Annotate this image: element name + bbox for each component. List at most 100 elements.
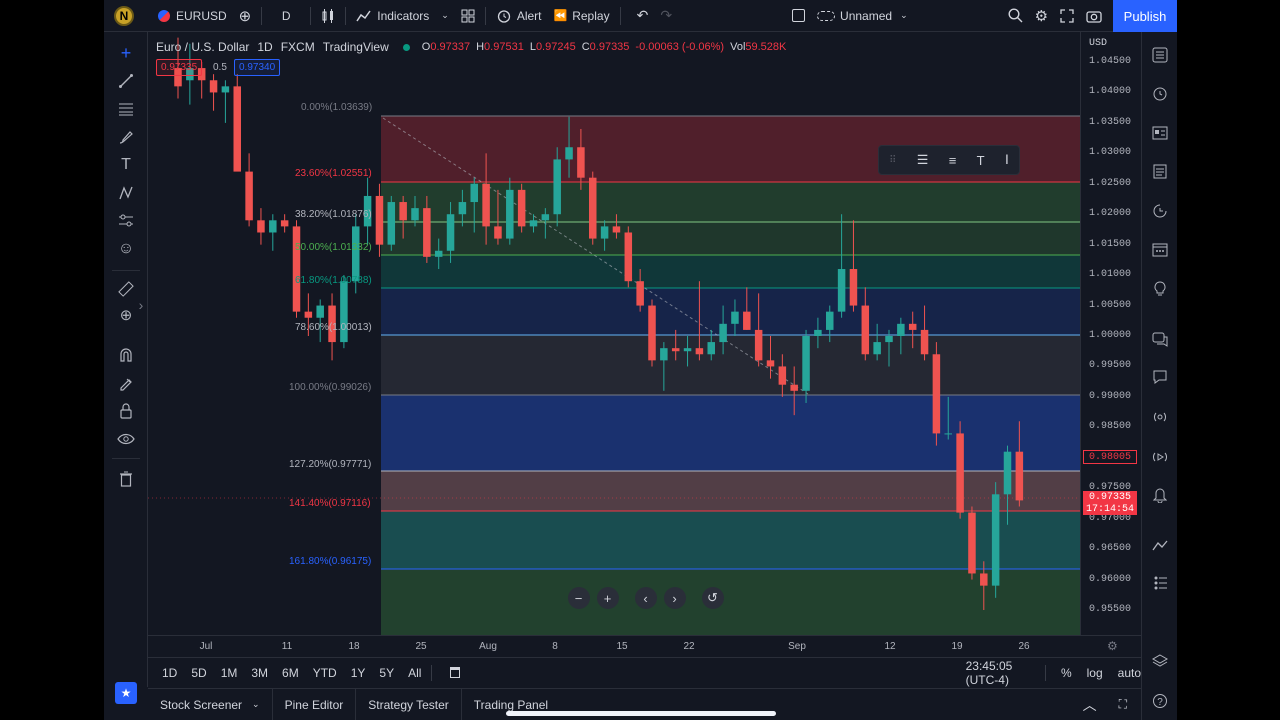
trend-icon[interactable]: [1149, 534, 1171, 556]
alarm-clock-icon[interactable]: [1149, 82, 1171, 104]
chart-type-button[interactable]: [315, 0, 341, 32]
stay-drawing-icon[interactable]: [115, 372, 137, 394]
percent-scale-toggle[interactable]: %: [1061, 666, 1072, 680]
compare-symbol-button[interactable]: ⊕: [233, 0, 258, 32]
fullscreen-button[interactable]: [1054, 0, 1080, 32]
data-window-icon[interactable]: [1149, 122, 1171, 144]
lightbulb-icon[interactable]: [1149, 278, 1171, 300]
interval-button[interactable]: D: [266, 0, 306, 32]
gear-icon: ⚙: [1034, 7, 1049, 25]
tab-pine-editor[interactable]: Pine Editor: [273, 688, 357, 720]
search-button[interactable]: [1002, 0, 1029, 32]
trendline-icon[interactable]: [115, 70, 137, 92]
maximize-icon[interactable]: ⛶: [1119, 697, 1127, 712]
candle-up: [458, 202, 467, 215]
tab-strategy-tester[interactable]: Strategy Tester: [356, 688, 462, 720]
gear-icon[interactable]: ⚙: [1107, 639, 1118, 653]
range-ytd[interactable]: YTD: [313, 666, 337, 680]
snapshot-button[interactable]: [1080, 0, 1108, 32]
text-icon[interactable]: T: [977, 153, 985, 168]
emoji-icon[interactable]: ☺: [115, 238, 137, 260]
user-avatar[interactable]: N: [114, 5, 134, 26]
drag-handle-icon[interactable]: ⠿: [889, 155, 896, 166]
grid-icon: [461, 9, 475, 22]
price-axis[interactable]: USD 1.04500 1.04000 1.03500 1.03000 1.02500 1…: [1080, 32, 1141, 635]
tab-stock-screener[interactable]: Stock Screener ⌄: [148, 688, 273, 720]
text-tool-icon[interactable]: T: [115, 154, 137, 176]
calendar-clock-icon[interactable]: [1149, 200, 1171, 222]
auto-scale-toggle[interactable]: auto: [1118, 666, 1141, 680]
forecast-icon[interactable]: [115, 210, 137, 232]
currency-selector[interactable]: USD: [1089, 38, 1107, 49]
lock-icon[interactable]: [115, 400, 137, 422]
range-1y[interactable]: 1Y: [351, 666, 366, 680]
chat-icon[interactable]: [1149, 328, 1171, 350]
zoom-in-button[interactable]: +: [596, 587, 619, 609]
reset-chart-button[interactable]: ↺: [701, 587, 724, 609]
candle-up: [529, 220, 538, 227]
scroll-controls: ‹ ›: [631, 586, 689, 610]
redo-button[interactable]: ↷: [654, 0, 678, 32]
watchlist-icon[interactable]: [1149, 44, 1171, 66]
candle-down: [304, 311, 313, 318]
layout-name-button[interactable]: Unnamed ⌄: [811, 0, 914, 32]
range-all[interactable]: All: [408, 666, 421, 680]
crosshair-icon[interactable]: +: [115, 42, 137, 64]
layouts-button[interactable]: [455, 0, 481, 32]
eye-icon[interactable]: [115, 428, 137, 450]
text-cursor-icon[interactable]: Ⅰ: [1005, 152, 1009, 168]
notifications-icon[interactable]: [1149, 484, 1171, 506]
replay-button[interactable]: ⏪ Replay: [548, 0, 616, 32]
symbol-search-button[interactable]: EURUSD: [152, 0, 233, 32]
legend-exchange: FXCM: [280, 40, 315, 54]
range-3m[interactable]: 3M: [251, 666, 268, 680]
price-tick: 1.02500: [1089, 177, 1132, 189]
range-1m[interactable]: 1M: [221, 666, 238, 680]
log-scale-toggle[interactable]: log: [1087, 666, 1103, 680]
zoom-out-button[interactable]: −: [567, 587, 590, 609]
brush-icon[interactable]: [115, 126, 137, 148]
alert-label: Alert: [516, 8, 542, 23]
legend-h-label: H: [476, 41, 485, 53]
magnet-icon[interactable]: [115, 344, 137, 366]
calendar-icon[interactable]: [1149, 238, 1171, 260]
publish-button[interactable]: Publish: [1113, 0, 1177, 32]
candle-up: [221, 86, 230, 93]
hotlist-icon[interactable]: [1149, 160, 1171, 182]
streams-icon[interactable]: [1149, 446, 1171, 468]
template-icon[interactable]: ☰: [917, 152, 929, 168]
fib-retracement-icon[interactable]: [115, 98, 137, 120]
broadcast-icon[interactable]: [1149, 406, 1171, 428]
range-5y[interactable]: 5Y: [379, 666, 394, 680]
chevron-up-icon[interactable]: ︿: [1083, 695, 1097, 715]
star-icon[interactable]: ★: [115, 682, 137, 704]
fullscreen-select-button[interactable]: [786, 0, 811, 32]
price-tick: 0.98500: [1089, 421, 1132, 433]
undo-button[interactable]: ↶: [631, 0, 655, 32]
line-style-icon[interactable]: ≡: [949, 153, 957, 168]
time-axis[interactable]: Jul 11 18 25 Aug 8 15 22 Sep 12 19 26 ⚙: [148, 635, 1141, 657]
trash-icon[interactable]: [115, 468, 137, 490]
alert-button[interactable]: Alert: [490, 0, 548, 32]
settings-button[interactable]: ⚙: [1029, 0, 1054, 32]
pattern-icon[interactable]: [115, 182, 137, 204]
object-tree-icon[interactable]: [1149, 572, 1171, 594]
fib-retracement-drawing[interactable]: [148, 115, 1080, 635]
fib-band-1272-1414: [381, 471, 1080, 511]
scroll-right-button[interactable]: ›: [663, 587, 686, 609]
message-icon[interactable]: [1149, 366, 1171, 388]
candle-up: [826, 311, 834, 330]
indicator-templates-button[interactable]: ⌄: [435, 0, 455, 32]
range-5d[interactable]: 5D: [191, 666, 206, 680]
scroll-left-button[interactable]: ‹: [634, 587, 657, 609]
buy-button[interactable]: 0.97340: [234, 59, 281, 76]
range-6m[interactable]: 6M: [282, 666, 299, 680]
range-1d[interactable]: 1D: [162, 666, 177, 680]
sell-button[interactable]: 0.97335: [156, 59, 203, 76]
clock-label[interactable]: 23:45:05 (UTC-4): [966, 659, 1036, 687]
layers-icon[interactable]: [1149, 650, 1171, 672]
indicators-button[interactable]: Indicators: [350, 0, 435, 32]
help-icon[interactable]: ?: [1149, 690, 1171, 712]
calendar-icon[interactable]: [450, 667, 460, 678]
price-chart[interactable]: [148, 32, 1080, 635]
